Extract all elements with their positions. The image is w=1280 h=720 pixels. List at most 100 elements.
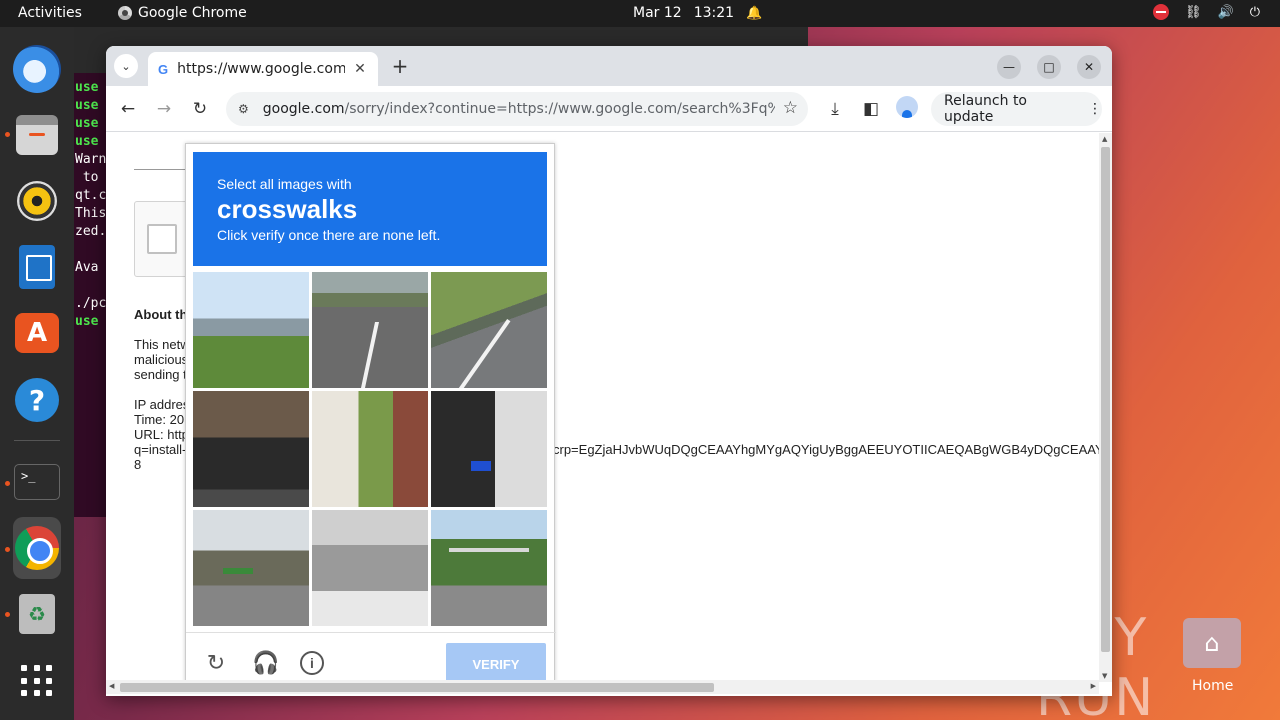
- power-icon: ⏻: [1249, 4, 1260, 20]
- home-folder-icon[interactable]: ⌂: [1183, 618, 1241, 668]
- help-icon: ?: [15, 378, 59, 422]
- download-icon[interactable]: ⤓: [824, 98, 846, 120]
- home-label: Home: [1192, 678, 1234, 694]
- instruction-subtext: Click verify once there are none left.: [217, 227, 441, 243]
- image-tile[interactable]: [431, 272, 547, 388]
- clock[interactable]: Mar 12 13:21 🔔: [633, 5, 762, 21]
- bookmark-star-icon[interactable]: ☆: [783, 98, 798, 118]
- do-not-disturb-icon: [1153, 4, 1169, 20]
- volume-icon: 🔊: [1217, 4, 1234, 20]
- terminal-icon: >_: [14, 464, 60, 500]
- image-tile[interactable]: [431, 510, 547, 626]
- dock-show-apps[interactable]: [13, 657, 61, 705]
- app-grid-icon: [21, 665, 53, 697]
- date: Mar 12: [633, 5, 682, 21]
- url-path: /sorry/index?continue=https://www.google…: [344, 101, 775, 117]
- reload-icon[interactable]: ↻: [189, 98, 211, 120]
- target-word: crosswalks: [217, 194, 358, 224]
- scroll-left-icon[interactable]: ◀: [109, 682, 114, 690]
- files-icon: [16, 115, 58, 155]
- side-panel-icon[interactable]: ◧: [860, 98, 882, 120]
- site-info-icon[interactable]: ⚙: [238, 102, 249, 116]
- scroll-right-icon[interactable]: ▶: [1091, 682, 1096, 690]
- challenge-header: Select all images with crosswalks Click …: [193, 152, 547, 266]
- vertical-scrollbar[interactable]: ▲ ▼: [1099, 133, 1112, 682]
- dock-help[interactable]: ?: [13, 376, 61, 424]
- minimize-button[interactable]: —: [997, 55, 1021, 79]
- image-tile[interactable]: [193, 391, 309, 507]
- profile-avatar[interactable]: [896, 96, 918, 118]
- app-menu[interactable]: Google Chrome: [118, 5, 247, 21]
- thunderbird-icon: [13, 45, 61, 93]
- info-icon[interactable]: i: [300, 651, 324, 675]
- running-indicator: [5, 132, 10, 137]
- about-heading: About th: [134, 307, 188, 322]
- network-icon: ⛓: [1185, 4, 1202, 20]
- chrome-icon: [15, 526, 59, 570]
- relaunch-label: Relaunch to update: [944, 93, 1028, 125]
- active-tab[interactable]: G https://www.google.com/sorry/index?con…: [148, 52, 378, 86]
- dock-writer[interactable]: [13, 243, 61, 291]
- terminal-output: use use use use Warn to qt.c This zed. A…: [75, 80, 107, 329]
- maximize-button[interactable]: □: [1037, 55, 1061, 79]
- address-bar[interactable]: ⚙ google.com /sorry/index?continue=https…: [226, 92, 808, 126]
- chrome-window: ⌄ G https://www.google.com/sorry/index?c…: [106, 46, 1112, 696]
- top-bar: Activities Google Chrome Mar 12 13:21 🔔 …: [0, 0, 1280, 27]
- dock-rhythmbox[interactable]: [13, 177, 61, 225]
- page-content: About th This netw malicious sending t I…: [106, 133, 1104, 685]
- app-center-icon: A: [15, 313, 59, 353]
- scroll-thumb[interactable]: [120, 683, 714, 692]
- url-host: google.com: [262, 101, 345, 117]
- trash-icon: ♻: [19, 594, 55, 634]
- google-favicon-icon: G: [158, 61, 169, 77]
- dock-files[interactable]: [13, 111, 61, 159]
- tab-search-button[interactable]: ⌄: [114, 54, 138, 78]
- dock-thunderbird[interactable]: [13, 45, 61, 93]
- dock-app-center[interactable]: A: [13, 309, 61, 357]
- image-grid: [193, 272, 547, 626]
- image-tile[interactable]: [193, 272, 309, 388]
- dock-trash[interactable]: ♻: [13, 590, 61, 638]
- writer-icon: [19, 245, 55, 289]
- dock-separator: [14, 440, 60, 441]
- chrome-icon: [118, 6, 132, 20]
- dock-terminal[interactable]: >_: [13, 458, 61, 506]
- running-indicator: [5, 547, 10, 552]
- dock-chrome[interactable]: [13, 517, 61, 579]
- app-name: Google Chrome: [138, 5, 247, 21]
- image-tile[interactable]: [312, 510, 428, 626]
- tab-strip: ⌄ G https://www.google.com/sorry/index?c…: [106, 46, 1112, 86]
- image-tile[interactable]: [193, 510, 309, 626]
- image-tile[interactable]: [312, 272, 428, 388]
- time: 13:21: [693, 5, 735, 21]
- recaptcha-challenge: Select all images with crosswalks Click …: [185, 143, 556, 685]
- challenge-footer: ↻ 🎧 i VERIFY: [186, 632, 556, 685]
- back-icon[interactable]: ←: [117, 98, 139, 120]
- new-tab-button[interactable]: +: [388, 54, 412, 78]
- tab-title: https://www.google.com/sorry/index?conti…: [177, 61, 346, 77]
- browser-toolbar: ← → ↻ ⚙ google.com /sorry/index?continue…: [106, 86, 1112, 132]
- bell-icon: 🔔: [746, 5, 763, 21]
- reload-challenge-icon[interactable]: ↻: [204, 651, 228, 675]
- close-icon[interactable]: ✕: [354, 61, 366, 77]
- image-tile[interactable]: [312, 391, 428, 507]
- url-tail: 8: [134, 457, 142, 472]
- audio-challenge-icon[interactable]: 🎧: [252, 651, 279, 675]
- system-tray[interactable]: ⛓ 🔊 ⏻: [1153, 4, 1260, 20]
- more-menu-icon[interactable]: ⋮: [1088, 101, 1102, 117]
- request-details: IP addres Time: 20 URL: http q=install-: [134, 397, 190, 457]
- scroll-up-icon[interactable]: ▲: [1102, 135, 1107, 143]
- scroll-thumb[interactable]: [1101, 147, 1110, 652]
- close-window-button[interactable]: ✕: [1077, 55, 1101, 79]
- rhythmbox-icon: [17, 181, 57, 221]
- relaunch-button[interactable]: Relaunch to update ⋮: [931, 92, 1102, 126]
- instruction-text: Select all images with: [217, 176, 352, 192]
- horizontal-scrollbar[interactable]: ◀ ▶: [106, 680, 1099, 694]
- scroll-down-icon[interactable]: ▼: [1102, 672, 1107, 680]
- image-tile[interactable]: [431, 391, 547, 507]
- dock: A ? >_ ♻: [0, 27, 74, 720]
- verify-button[interactable]: VERIFY: [446, 643, 546, 685]
- running-indicator: [5, 612, 10, 617]
- activities-button[interactable]: Activities: [18, 5, 82, 21]
- forward-icon[interactable]: →: [153, 98, 175, 120]
